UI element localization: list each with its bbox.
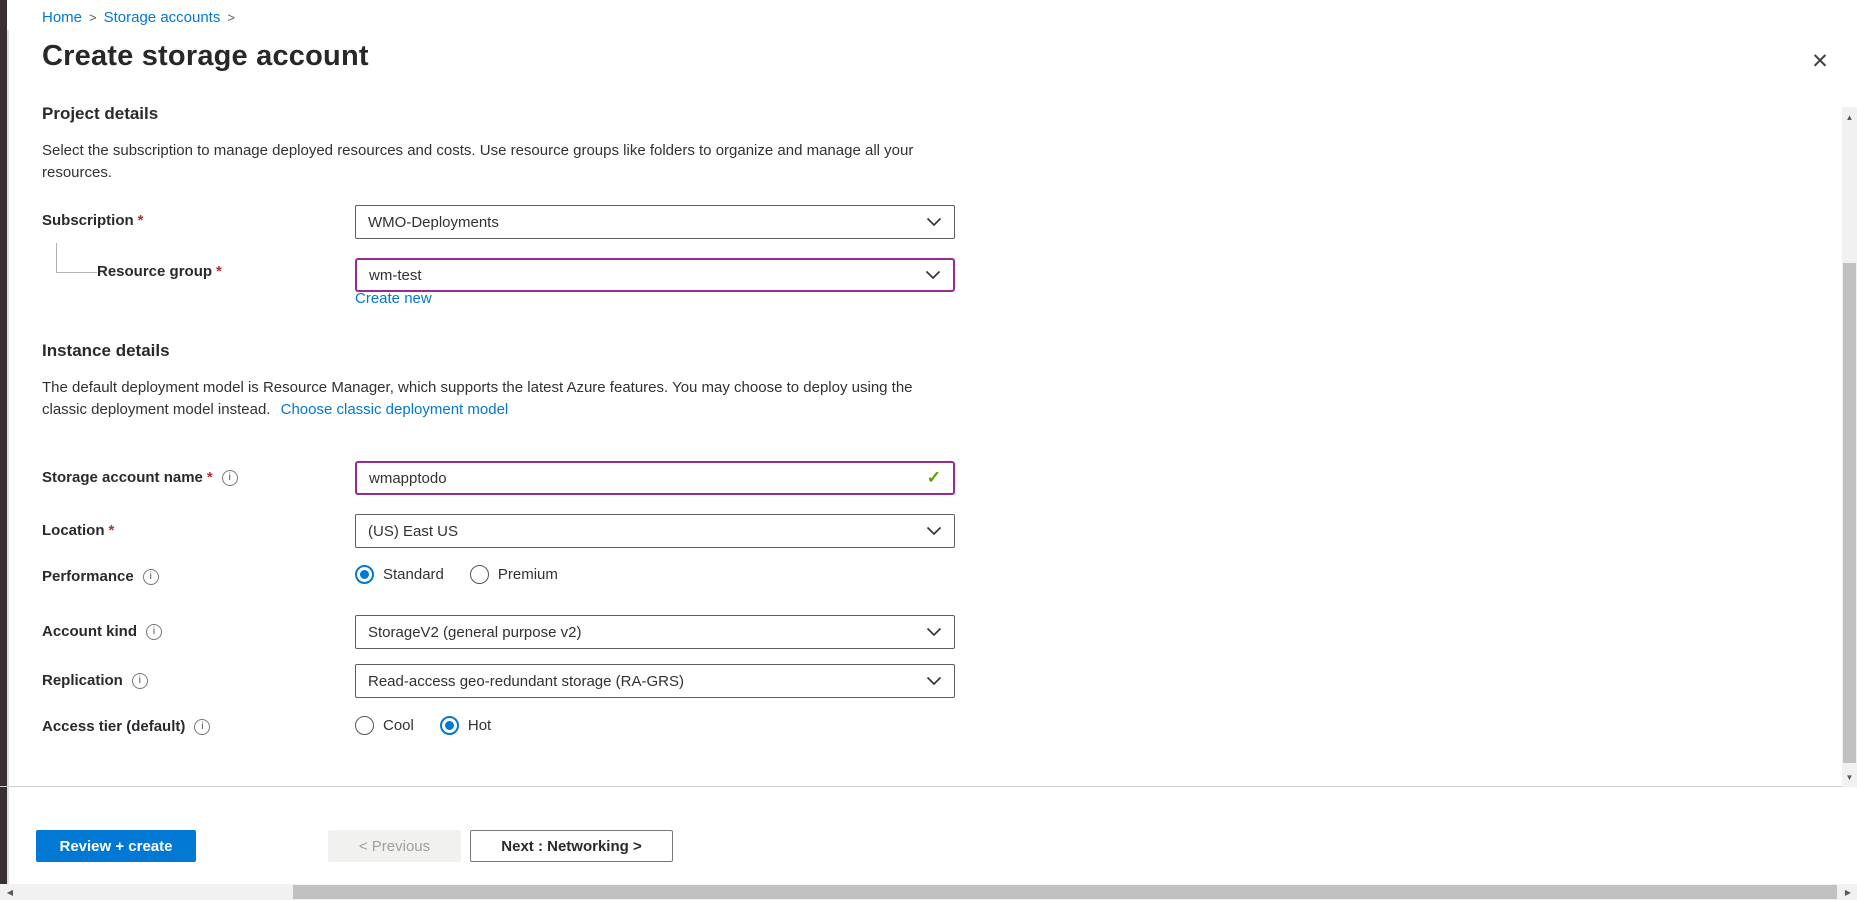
performance-premium-radio[interactable]: Premium (470, 565, 558, 584)
review-create-button[interactable]: Review + create (36, 830, 196, 862)
chevron-down-icon (926, 526, 942, 536)
scroll-left-icon[interactable]: ◀ (2, 884, 18, 900)
radio-icon (355, 565, 374, 584)
required-asterisk: * (207, 469, 213, 486)
account-kind-value: StorageV2 (general purpose v2) (368, 624, 918, 641)
location-dropdown[interactable]: (US) East US (355, 514, 955, 548)
scroll-right-icon[interactable]: ▶ (1840, 884, 1856, 900)
performance-label-text: Performance (42, 568, 134, 585)
account-kind-dropdown[interactable]: StorageV2 (general purpose v2) (355, 615, 955, 649)
chevron-down-icon (926, 627, 942, 637)
resource-group-label-text: Resource group (97, 263, 212, 280)
breadcrumb: Home > Storage accounts > (42, 9, 242, 26)
storage-account-name-value: wmapptodo (369, 470, 919, 487)
access-tier-radio-group: Cool Hot (355, 716, 491, 735)
instance-details-description: The default deployment model is Resource… (42, 377, 960, 421)
radio-icon (470, 565, 489, 584)
info-icon[interactable]: i (132, 673, 148, 689)
next-networking-button[interactable]: Next : Networking > (470, 830, 673, 862)
breadcrumb-separator: > (89, 10, 97, 25)
location-label: Location * (42, 522, 114, 539)
subscription-dropdown[interactable]: WMO-Deployments (355, 205, 955, 239)
radio-label: Cool (383, 717, 414, 734)
required-asterisk: * (216, 263, 222, 280)
instance-details-heading: Instance details (42, 341, 170, 361)
subscription-value: WMO-Deployments (368, 214, 918, 231)
close-icon[interactable]: ✕ (1806, 47, 1834, 75)
project-details-description: Select the subscription to manage deploy… (42, 140, 960, 184)
vertical-scrollbar[interactable]: ▲ ▼ (1842, 107, 1857, 787)
access-tier-label: Access tier (default) i (42, 718, 210, 735)
previous-button[interactable]: < Previous (328, 830, 461, 862)
choose-classic-deployment-link[interactable]: Choose classic deployment model (281, 401, 509, 418)
account-kind-label: Account kind i (42, 623, 162, 640)
radio-icon (440, 716, 459, 735)
valid-check-icon: ✓ (927, 468, 941, 488)
scroll-down-icon[interactable]: ▼ (1842, 769, 1857, 785)
breadcrumb-home-link[interactable]: Home (42, 9, 82, 26)
subscription-label: Subscription * (42, 212, 144, 229)
footer-divider (0, 786, 1843, 787)
replication-label-text: Replication (42, 672, 123, 689)
resource-group-label: Resource group * (97, 263, 222, 280)
resource-group-connector-line (56, 243, 97, 273)
scroll-up-icon[interactable]: ▲ (1842, 109, 1857, 125)
account-kind-label-text: Account kind (42, 623, 137, 640)
radio-label: Standard (383, 566, 444, 583)
radio-label: Premium (498, 566, 558, 583)
replication-dropdown[interactable]: Read-access geo-redundant storage (RA-GR… (355, 664, 955, 698)
replication-value: Read-access geo-redundant storage (RA-GR… (368, 673, 918, 690)
info-icon[interactable]: i (222, 470, 238, 486)
resource-group-value: wm-test (369, 267, 917, 284)
storage-account-name-label-text: Storage account name (42, 469, 203, 486)
left-edge-strip (0, 0, 7, 900)
info-icon[interactable]: i (146, 624, 162, 640)
resource-group-dropdown[interactable]: wm-test (355, 258, 955, 292)
performance-radio-group: Standard Premium (355, 565, 558, 584)
location-value: (US) East US (368, 523, 918, 540)
horizontal-scrollbar-thumb[interactable] (293, 885, 1837, 899)
subscription-label-text: Subscription (42, 212, 134, 229)
replication-label: Replication i (42, 672, 148, 689)
storage-account-name-label: Storage account name * i (42, 469, 238, 486)
vertical-scrollbar-thumb[interactable] (1843, 263, 1856, 763)
breadcrumb-separator: > (227, 10, 235, 25)
horizontal-scrollbar[interactable]: ◀ ▶ (0, 884, 1857, 900)
chevron-down-icon (926, 676, 942, 686)
performance-standard-radio[interactable]: Standard (355, 565, 444, 584)
chevron-down-icon (925, 270, 941, 280)
info-icon[interactable]: i (194, 719, 210, 735)
radio-icon (355, 716, 374, 735)
performance-label: Performance i (42, 568, 159, 585)
required-asterisk: * (138, 212, 144, 229)
project-details-heading: Project details (42, 104, 158, 124)
info-icon[interactable]: i (143, 569, 159, 585)
access-tier-hot-radio[interactable]: Hot (440, 716, 491, 735)
breadcrumb-storage-accounts-link[interactable]: Storage accounts (104, 9, 221, 26)
page-title: Create storage account (42, 40, 369, 73)
create-new-link[interactable]: Create new (355, 290, 432, 307)
chevron-down-icon (926, 217, 942, 227)
access-tier-label-text: Access tier (default) (42, 718, 185, 735)
required-asterisk: * (109, 522, 115, 539)
radio-label: Hot (468, 717, 491, 734)
access-tier-cool-radio[interactable]: Cool (355, 716, 414, 735)
panel-edge-line (7, 30, 9, 900)
storage-account-name-input[interactable]: wmapptodo ✓ (355, 461, 955, 495)
location-label-text: Location (42, 522, 105, 539)
